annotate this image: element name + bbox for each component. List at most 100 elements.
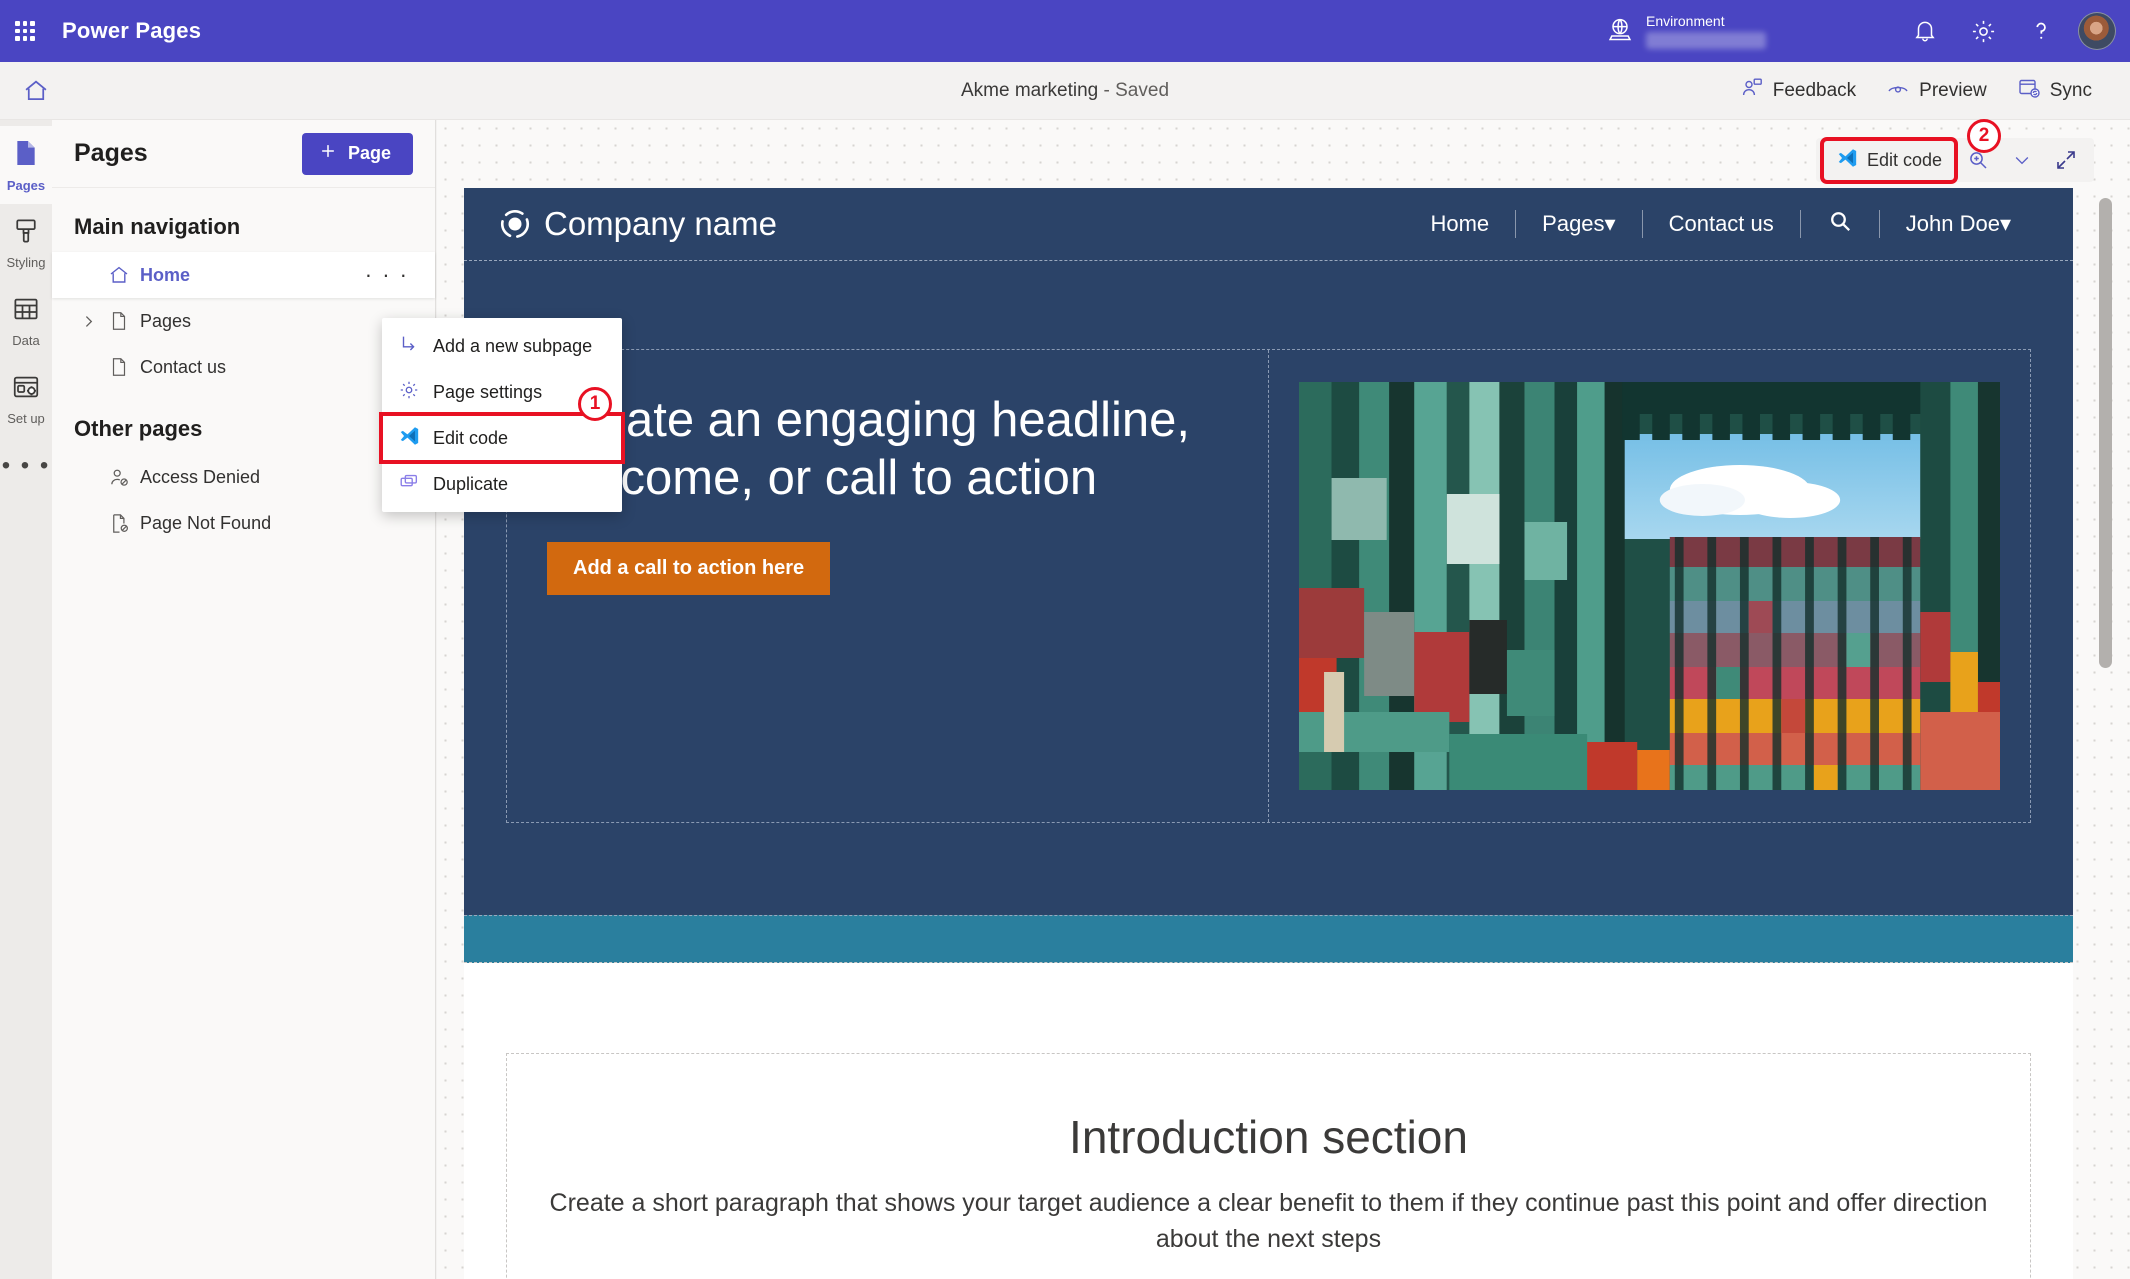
add-page-label: Page [347, 143, 391, 163]
file-icon [102, 310, 136, 332]
question-mark-icon[interactable] [2012, 0, 2070, 62]
context-menu-duplicate-label: Duplicate [433, 473, 509, 494]
table-icon [11, 294, 41, 329]
tree-label-home: Home [140, 264, 191, 285]
context-menu-edit-code[interactable]: Edit code [379, 412, 625, 464]
site-nav-contact-us[interactable]: Contact us [1643, 211, 1800, 237]
tree-label-pages: Pages [140, 310, 192, 331]
site-nav-user-menu[interactable]: John Doe▾ [1880, 211, 2037, 237]
rail-item-styling[interactable]: Styling [0, 204, 52, 282]
save-status: - Saved [1098, 79, 1170, 101]
feedback-button[interactable]: Feedback [1728, 68, 1868, 114]
tree-item-home[interactable]: Home · · · [52, 252, 435, 298]
chevron-right-icon[interactable] [74, 313, 102, 330]
duplicate-icon [398, 471, 420, 498]
pages-panel: Pages Page Main navigation Home · · · Pa… [52, 120, 436, 1279]
pages-panel-header: Pages Page [52, 120, 435, 188]
tree-label-page-not-found: Page Not Found [140, 512, 272, 533]
hero-image [1298, 382, 2000, 790]
rail-label-setup: Set up [7, 411, 45, 426]
context-menu-add-subpage[interactable]: Add a new subpage [382, 323, 622, 369]
subpage-arrow-icon [398, 333, 420, 360]
file-blocked-icon [102, 512, 136, 535]
context-menu-duplicate[interactable]: Duplicate [382, 461, 622, 507]
context-menu-add-subpage-label: Add a new subpage [433, 335, 593, 356]
canvas-vertical-scrollbar[interactable] [2099, 198, 2112, 668]
introduction-section[interactable]: Introduction section Create a short para… [506, 1053, 2031, 1279]
suite-bar-right: Environment [1606, 0, 2130, 62]
pages-panel-title: Pages [74, 139, 148, 167]
feedback-person-icon [1740, 76, 1764, 106]
hero-columns: Create an engaging headline, welcome, or… [506, 349, 2031, 823]
person-blocked-icon [102, 466, 136, 489]
tree-item-page-not-found[interactable]: Page Not Found [52, 500, 435, 546]
eye-preview-icon [1886, 76, 1910, 106]
app-launcher-icon[interactable] [10, 16, 40, 46]
plus-icon [318, 141, 338, 166]
home-icon[interactable] [8, 68, 64, 114]
avatar[interactable] [2078, 12, 2116, 50]
canvas-edit-code-label: Edit code [1866, 149, 1942, 170]
expand-diagonal-icon[interactable] [2046, 143, 2086, 177]
tree-item-access-denied[interactable]: Access Denied [52, 454, 435, 500]
gear-icon[interactable] [1954, 0, 2012, 62]
tree-label-contact-us: Contact us [140, 356, 227, 377]
accent-band[interactable] [464, 915, 2073, 963]
site-nav-search-icon[interactable] [1801, 208, 1879, 240]
environment-label: Environment [1646, 13, 1725, 30]
introduction-heading: Introduction section [1069, 1111, 1468, 1163]
hero-cta-button[interactable]: Add a call to action here [547, 541, 831, 595]
site-brand[interactable]: Company name [500, 205, 777, 243]
hero-image-column[interactable] [1269, 350, 2031, 822]
site-nav-pages[interactable]: Pages▾ [1516, 211, 1641, 237]
add-page-button[interactable]: Page [301, 132, 413, 175]
command-bar: Akme marketing - Saved Feedback Preview [0, 62, 2130, 120]
rail-item-setup[interactable]: Set up [0, 360, 52, 438]
environment-selector[interactable]: Environment [1606, 13, 1766, 49]
environment-value [1646, 31, 1766, 49]
environment-globe-icon [1606, 15, 1634, 48]
site-nav-pages-label: Pages [1542, 211, 1605, 236]
sync-button[interactable]: Sync [2005, 68, 2104, 114]
suite-bar: Power Pages Environment [0, 0, 2130, 62]
introduction-paragraph: Create a short paragraph that shows your… [549, 1189, 1988, 1253]
canvas-edit-code-button[interactable]: Edit code [1819, 136, 1959, 184]
rail-label-data: Data [12, 333, 40, 348]
site-navigation-bar: Company name Home Pages▾ Contact us John… [464, 188, 2073, 260]
rail-label-styling: Styling [6, 255, 46, 270]
rail-label-pages: Pages [6, 178, 46, 193]
brush-icon [11, 216, 41, 251]
vscode-icon [398, 425, 420, 452]
sync-label: Sync [2049, 79, 2092, 101]
vscode-icon [1836, 147, 1858, 174]
rail-item-data[interactable]: Data [0, 282, 52, 360]
tree-item-contact-us[interactable]: Contact us [52, 344, 435, 390]
caret-down-icon: ▾ [1604, 211, 1616, 236]
left-navigation-rail: Pages Styling Data Set up • • • [0, 120, 52, 1279]
group-title-main-navigation: Main navigation [74, 214, 241, 239]
site-brand-name: Company name [544, 205, 777, 242]
tree-overflow-button-home[interactable]: · · · [365, 264, 409, 286]
preview-button[interactable]: Preview [1874, 68, 1999, 114]
rail-more-icon[interactable]: • • • [0, 438, 52, 494]
site-nav-home[interactable]: Home [1404, 211, 1515, 237]
annotation-badge-2: 2 [1967, 119, 2001, 153]
group-title-other-pages: Other pages [74, 416, 203, 441]
site-canvas: Edit code Company name Home Pages▾ Conta… [437, 120, 2130, 1279]
caret-down-icon: ▾ [1999, 211, 2011, 236]
rail-item-pages[interactable]: Pages [0, 126, 52, 204]
chevron-down-icon[interactable] [2002, 143, 2042, 177]
file-icon [102, 356, 136, 378]
bell-icon[interactable] [1896, 0, 1954, 62]
context-menu-page-settings-label: Page settings [433, 381, 543, 402]
page-icon [10, 137, 42, 174]
product-title[interactable]: Power Pages [62, 18, 201, 44]
preview-label: Preview [1919, 79, 1987, 101]
tree-label-access-denied: Access Denied [140, 466, 261, 487]
company-logo-mark [500, 209, 530, 239]
gear-icon [398, 379, 420, 406]
site-nav-user-label: John Doe [1905, 211, 2000, 236]
tree-item-pages[interactable]: Pages [52, 298, 435, 344]
setup-icon [11, 372, 41, 407]
home-outline-icon [102, 263, 136, 287]
